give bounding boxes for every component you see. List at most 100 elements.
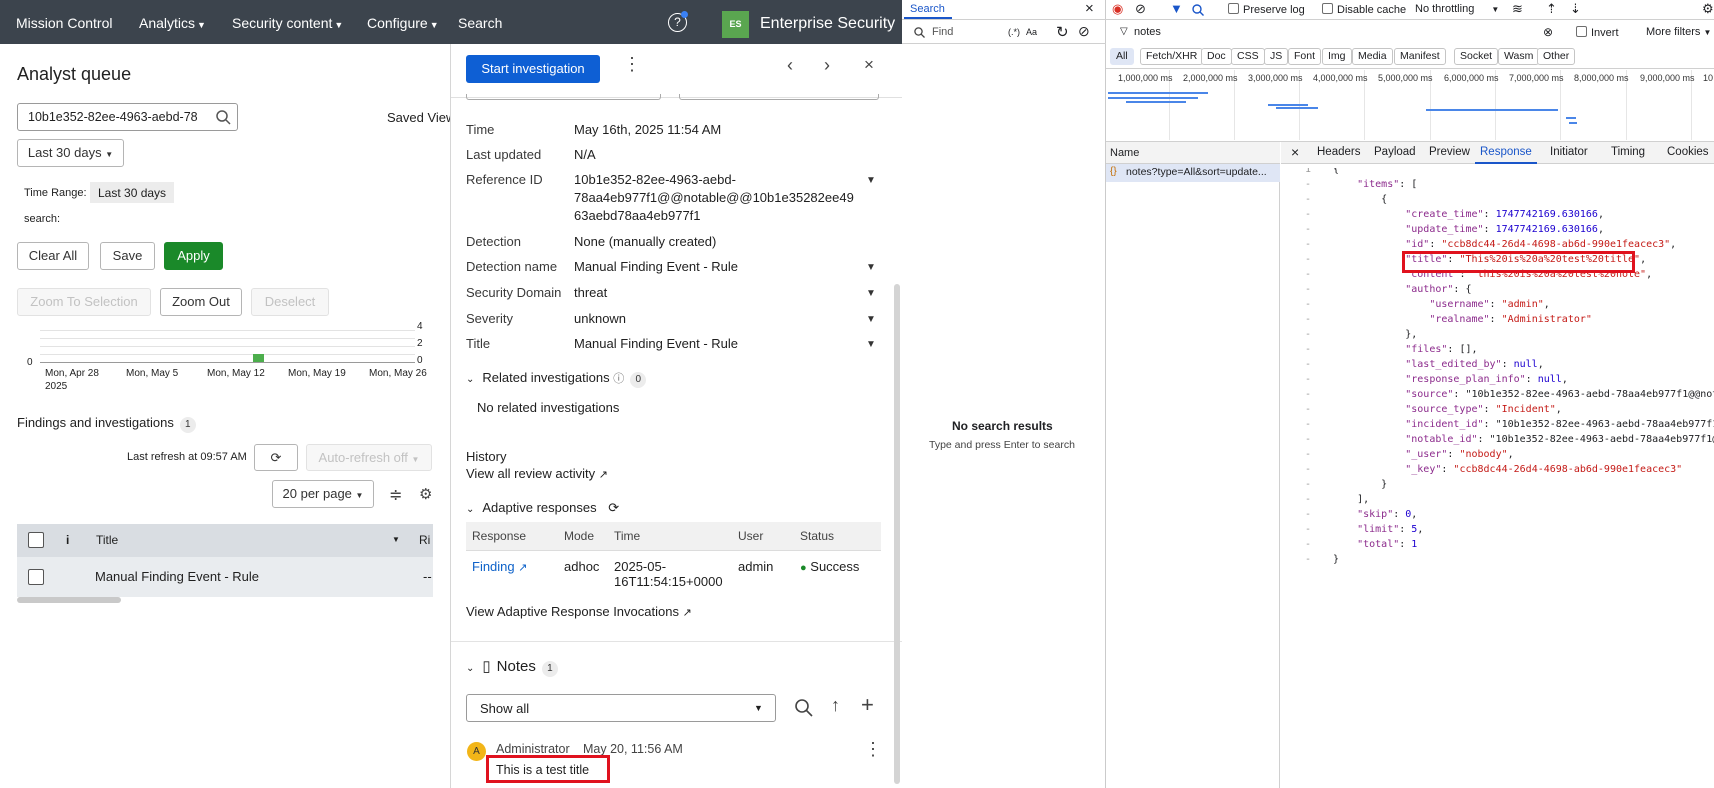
request-name[interactable]: notes?type=All&sort=update...: [1126, 166, 1267, 178]
row-checkbox[interactable]: [28, 569, 44, 585]
type-chip[interactable]: CSS: [1231, 48, 1265, 65]
sort-arrow-up-icon[interactable]: ↑: [831, 695, 840, 716]
type-chip[interactable]: Img: [1322, 48, 1352, 65]
wifi-icon[interactable]: ≋: [1512, 1, 1523, 17]
record-icon[interactable]: ◉: [1112, 1, 1123, 17]
download-icon[interactable]: ⇣: [1570, 1, 1581, 17]
filter-input[interactable]: notes: [1134, 26, 1161, 38]
view-review-activity-link[interactable]: View all review activity ↗: [466, 466, 608, 481]
adaptive-responses-header[interactable]: ⌄ Adaptive responses ⟳: [466, 500, 619, 516]
name-column-header[interactable]: Name: [1110, 147, 1139, 159]
disable-cache-checkbox[interactable]: Disable cache: [1322, 3, 1406, 16]
gear-icon[interactable]: ⚙: [1702, 1, 1714, 17]
sort-caret-icon[interactable]: ▼: [392, 535, 400, 544]
clear-all-button[interactable]: Clear All: [17, 242, 89, 270]
type-chip[interactable]: JS: [1264, 48, 1289, 65]
search-icon[interactable]: [795, 699, 813, 717]
nav-mission-control[interactable]: Mission Control: [16, 15, 112, 31]
search-tab[interactable]: Search: [910, 3, 945, 15]
nav-security-content[interactable]: Security content ▼: [232, 15, 343, 31]
notes-header[interactable]: ⌄ ▯ Notes 1: [466, 657, 558, 677]
type-chip[interactable]: Manifest: [1394, 48, 1446, 65]
tab-preview[interactable]: Preview: [1429, 146, 1470, 158]
select-all-checkbox[interactable]: [28, 532, 44, 548]
nav-search[interactable]: Search: [458, 15, 502, 31]
refresh-icon[interactable]: ⟳: [608, 500, 619, 515]
previous-icon[interactable]: ‹: [787, 55, 793, 76]
search-input[interactable]: 10b1e352-82ee-4963-aebd-78: [17, 103, 238, 131]
preserve-log-checkbox[interactable]: Preserve log: [1228, 3, 1305, 16]
refresh-icon[interactable]: ↻: [1056, 23, 1069, 41]
clear-icon[interactable]: ⊘: [1135, 1, 1146, 17]
invert-checkbox[interactable]: Invert: [1576, 26, 1619, 39]
title-column-header[interactable]: Title: [96, 533, 118, 547]
saved-views-button[interactable]: Saved Views: [387, 110, 450, 125]
chevron-down-icon[interactable]: ▼: [866, 262, 876, 273]
chevron-down-icon[interactable]: ▼: [866, 288, 876, 299]
tab-response[interactable]: Response: [1480, 146, 1532, 158]
type-chip-all[interactable]: All: [1110, 48, 1134, 65]
more-filters-dropdown[interactable]: More filters ▼: [1646, 26, 1711, 38]
type-chip[interactable]: Socket: [1454, 48, 1499, 65]
search-icon[interactable]: [1192, 4, 1204, 16]
find-input[interactable]: Find: [932, 26, 953, 38]
notes-filter-dropdown[interactable]: Show all ▼: [466, 694, 776, 722]
row-title[interactable]: Manual Finding Event - Rule: [95, 569, 259, 584]
zoom-to-selection-button[interactable]: Zoom To Selection: [17, 288, 151, 316]
y-tick: 0: [417, 355, 423, 366]
clear-filter-icon[interactable]: ⊗: [1543, 25, 1553, 39]
panel-scrollbar[interactable]: [894, 284, 900, 784]
gear-icon[interactable]: ⚙: [419, 485, 432, 503]
column-resize-icon[interactable]: ≑: [389, 485, 402, 505]
nav-analytics[interactable]: Analytics ▼: [139, 15, 206, 31]
per-page-dropdown[interactable]: 20 per page ▼: [272, 480, 374, 508]
auto-refresh-dropdown[interactable]: Auto-refresh off ▼: [306, 444, 432, 471]
tab-timing[interactable]: Timing: [1611, 146, 1645, 158]
close-icon[interactable]: ×: [1291, 144, 1299, 160]
timeline-chart[interactable]: [40, 326, 415, 366]
close-icon[interactable]: ×: [864, 55, 874, 75]
nav-configure[interactable]: Configure ▼: [367, 15, 439, 31]
chevron-down-icon[interactable]: ▼: [866, 314, 876, 325]
table-row[interactable]: Manual Finding Event - Rule --: [17, 557, 433, 597]
horizontal-scrollbar[interactable]: [17, 597, 121, 603]
upload-icon[interactable]: ⇡: [1546, 1, 1557, 17]
deselect-button[interactable]: Deselect: [251, 288, 329, 316]
risk-column-header[interactable]: Ri: [419, 533, 430, 547]
type-chip[interactable]: Other: [1537, 48, 1576, 65]
tab-cookies[interactable]: Cookies: [1667, 146, 1709, 158]
add-note-icon[interactable]: +: [861, 692, 874, 718]
apply-button[interactable]: Apply: [164, 242, 223, 270]
case-toggle[interactable]: Aa: [1026, 27, 1037, 37]
clear-icon[interactable]: ⊘: [1078, 23, 1090, 40]
start-investigation-button[interactable]: Start investigation: [466, 55, 600, 83]
response-finding-link[interactable]: Finding ↗: [466, 551, 558, 598]
type-chip[interactable]: Font: [1288, 48, 1322, 65]
type-chip[interactable]: Media: [1352, 48, 1393, 65]
tab-headers[interactable]: Headers: [1317, 146, 1360, 158]
tab-initiator[interactable]: Initiator: [1550, 146, 1588, 158]
note-more-icon[interactable]: ⋮: [864, 739, 882, 760]
zoom-out-button[interactable]: Zoom Out: [160, 288, 242, 316]
type-chip[interactable]: Wasm: [1498, 48, 1540, 65]
chevron-down-icon[interactable]: ▼: [866, 339, 876, 350]
type-chip[interactable]: Doc: [1201, 48, 1232, 65]
refresh-button[interactable]: ⟳: [254, 444, 298, 471]
request-row[interactable]: {} notes?type=All&sort=update...: [1106, 164, 1280, 182]
save-button[interactable]: Save: [100, 242, 155, 270]
time-range-dropdown[interactable]: Last 30 days ▼: [17, 139, 124, 167]
code-line: - "notable_id": "10b1e352-82ee-4963-aebd…: [1281, 432, 1714, 447]
throttling-dropdown[interactable]: No throttling ▼: [1415, 3, 1499, 15]
chart-bar[interactable]: [253, 354, 264, 362]
type-chip[interactable]: Fetch/XHR: [1140, 48, 1204, 65]
time-range-chip[interactable]: Last 30 days: [90, 182, 175, 203]
more-options-icon[interactable]: ⋮: [623, 54, 641, 75]
filter-icon[interactable]: ▼: [1170, 1, 1183, 16]
regex-toggle[interactable]: (.*): [1008, 27, 1020, 37]
next-icon[interactable]: ›: [824, 55, 830, 76]
chevron-down-icon[interactable]: ▼: [866, 175, 876, 186]
related-investigations-header[interactable]: ⌄ Related investigations ⓘ 0: [466, 370, 647, 388]
view-invocations-link[interactable]: View Adaptive Response Invocations ↗: [466, 604, 692, 619]
close-icon[interactable]: ×: [1085, 0, 1094, 17]
tab-payload[interactable]: Payload: [1374, 146, 1416, 158]
